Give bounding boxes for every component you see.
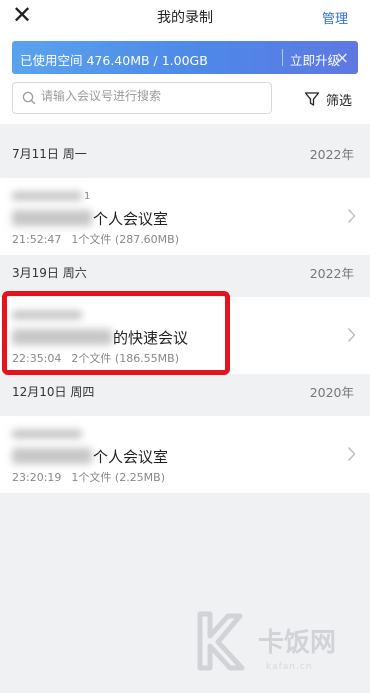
storage-banner-wrapper: 已使用空间 476.40MB / 1.00GB 立即升级 ×	[0, 36, 370, 82]
redaction-blur	[12, 311, 82, 319]
meeting-id: 1	[84, 191, 91, 202]
chevron-right-icon	[347, 447, 356, 461]
site-watermark: 卡饭网 kafan.cn	[180, 606, 336, 680]
group-header: 3月19日 周六 2022年	[0, 255, 370, 297]
watermark-logo-icon	[197, 611, 245, 671]
meeting-name: 个人会议室	[93, 448, 169, 466]
file-count: 2个文件 (186.55MB)	[71, 352, 180, 365]
recording-group: 7月11日 周一 2022年 1 个人会议室 21:52:47 1个文件 (287…	[0, 136, 370, 255]
redaction-blur	[12, 210, 92, 226]
chevron-right-icon	[347, 209, 356, 223]
recording-item[interactable]: 个人会议室 23:20:19 1个文件 (2.25MB)	[0, 416, 370, 493]
search-input[interactable]	[41, 89, 261, 103]
recording-group: 3月19日 周六 2022年 的快速会议 22:35:04 2个文件 (186.5…	[0, 255, 370, 374]
group-year: 2022年	[309, 266, 354, 281]
filter-label: 筛选	[326, 94, 353, 109]
group-year: 2020年	[309, 385, 354, 400]
banner-divider	[282, 49, 283, 66]
chevron-right-icon	[347, 328, 356, 342]
redaction-blur	[12, 448, 92, 464]
meeting-name: 的快速会议	[113, 329, 189, 347]
search-row: 筛选	[0, 82, 370, 124]
top-nav-bar: ✕ 我的录制 管理	[0, 0, 370, 36]
recording-time: 22:35:04	[12, 352, 62, 365]
meeting-name: 个人会议室	[93, 210, 169, 228]
storage-banner: 已使用空间 476.40MB / 1.00GB 立即升级 ×	[12, 41, 358, 74]
watermark-text: 卡饭网	[258, 628, 337, 658]
search-icon	[22, 91, 36, 105]
group-date: 7月11日 周一	[12, 147, 87, 161]
group-date: 3月19日 周六	[12, 266, 87, 280]
recording-meta: 22:35:04 2个文件 (186.55MB)	[12, 350, 179, 366]
redaction-blur	[12, 430, 82, 438]
storage-usage-text: 已使用空间 476.40MB / 1.00GB	[20, 53, 208, 68]
recording-meta: 21:52:47 1个文件 (287.60MB)	[12, 231, 179, 247]
recording-time: 21:52:47	[12, 233, 62, 246]
upgrade-button[interactable]: 立即升级	[290, 50, 340, 69]
watermark-url: kafan.cn	[266, 662, 313, 672]
group-header: 12月10日 周四 2020年	[0, 374, 370, 416]
recording-time: 23:20:19	[12, 471, 62, 484]
page-title: 我的录制	[157, 10, 213, 26]
group-header: 7月11日 周一 2022年	[0, 136, 370, 178]
search-box[interactable]	[12, 82, 272, 114]
file-count: 1个文件 (287.60MB)	[71, 233, 180, 246]
group-date: 12月10日 周四	[12, 385, 95, 399]
redaction-blur	[12, 329, 112, 345]
file-count: 1个文件 (2.25MB)	[71, 471, 166, 484]
recording-item[interactable]: 的快速会议 22:35:04 2个文件 (186.55MB)	[0, 297, 370, 374]
group-year: 2022年	[309, 147, 354, 162]
filter-icon	[304, 92, 320, 106]
recording-item[interactable]: 1 个人会议室 21:52:47 1个文件 (287.60MB)	[0, 178, 370, 255]
dismiss-banner-icon[interactable]: ×	[336, 48, 349, 67]
recording-group: 12月10日 周四 2020年 个人会议室 23:20:19 1个文件 (2.25…	[0, 374, 370, 493]
redaction-blur	[12, 192, 82, 200]
manage-button[interactable]: 管理	[322, 8, 348, 27]
recording-meta: 23:20:19 1个文件 (2.25MB)	[12, 469, 165, 485]
